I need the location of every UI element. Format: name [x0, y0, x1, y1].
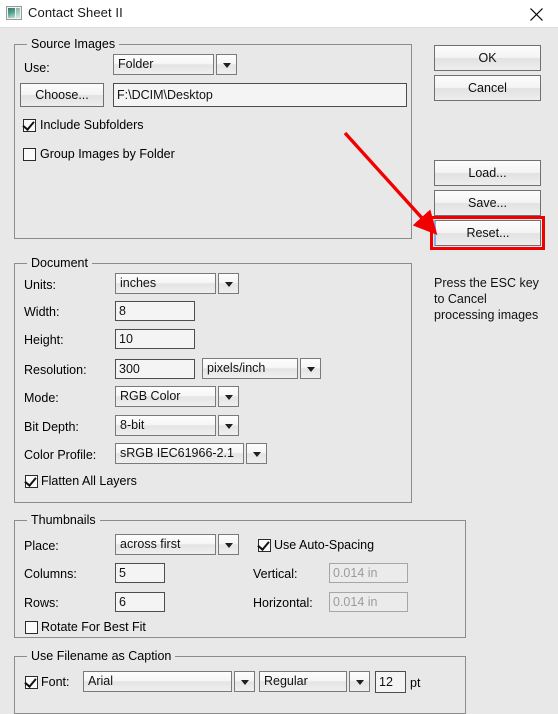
source-path-input[interactable]: F:\DCIM\Desktop	[113, 83, 407, 107]
bit-depth-label: Bit Depth:	[24, 420, 79, 434]
columns-input[interactable]: 5	[115, 563, 165, 583]
rows-input[interactable]: 6	[115, 592, 165, 612]
rows-label: Rows:	[24, 596, 59, 610]
thumbnails-group-title: Thumbnails	[27, 513, 100, 527]
group-images-by-folder-label[interactable]: Group Images by Folder	[40, 147, 175, 161]
font-size-input[interactable]: 12	[375, 671, 406, 693]
resolution-label: Resolution:	[24, 363, 87, 377]
chevron-down-icon[interactable]	[216, 54, 237, 75]
font-family-combobox-value: Arial	[83, 671, 232, 692]
font-size-units-label: pt	[410, 676, 421, 690]
cancel-button[interactable]: Cancel	[434, 75, 541, 101]
document-group-title: Document	[27, 256, 92, 270]
flatten-all-layers-checkbox[interactable]	[25, 475, 38, 488]
close-icon[interactable]	[514, 0, 558, 27]
color-profile-combobox[interactable]: sRGB IEC61966-2.1	[115, 443, 267, 464]
horizontal-label: Horizontal:	[253, 596, 313, 610]
units-combobox[interactable]: inches	[115, 273, 239, 294]
group-images-by-folder-checkbox[interactable]	[23, 148, 36, 161]
flatten-all-layers-label[interactable]: Flatten All Layers	[41, 474, 137, 488]
rotate-for-best-fit-checkbox[interactable]	[25, 621, 38, 634]
resolution-units-combobox[interactable]: pixels/inch	[202, 358, 321, 379]
font-label: Font:	[41, 675, 70, 689]
width-label: Width:	[24, 305, 60, 319]
save-button[interactable]: Save...	[434, 190, 541, 216]
chevron-down-icon[interactable]	[300, 358, 321, 379]
units-label: Units:	[24, 278, 56, 292]
mode-combobox[interactable]: RGB Color	[115, 386, 239, 407]
load-button[interactable]: Load...	[434, 160, 541, 186]
font-checkbox[interactable]	[25, 676, 38, 689]
vertical-label: Vertical:	[253, 567, 298, 581]
chevron-down-icon[interactable]	[246, 443, 267, 464]
units-combobox-value: inches	[115, 273, 216, 294]
bit-depth-combobox-value: 8-bit	[115, 415, 216, 436]
font-family-combobox[interactable]: Arial	[83, 671, 255, 692]
ok-button[interactable]: OK	[434, 45, 541, 71]
mode-label: Mode:	[24, 391, 59, 405]
use-auto-spacing-label[interactable]: Use Auto-Spacing	[274, 538, 374, 552]
rotate-for-best-fit-label[interactable]: Rotate For Best Fit	[41, 620, 146, 634]
chevron-down-icon[interactable]	[218, 273, 239, 294]
height-input[interactable]: 10	[115, 329, 195, 349]
place-label: Place:	[24, 539, 59, 553]
bit-depth-combobox[interactable]: 8-bit	[115, 415, 239, 436]
include-subfolders-checkbox[interactable]	[23, 119, 36, 132]
use-label: Use:	[24, 61, 50, 75]
columns-label: Columns:	[24, 567, 77, 581]
height-label: Height:	[24, 333, 64, 347]
vertical-spacing-input[interactable]: 0.014 in	[329, 563, 408, 583]
use-auto-spacing-checkbox[interactable]	[258, 539, 271, 552]
use-combobox-value: Folder	[113, 54, 214, 75]
reset-button[interactable]: Reset...	[434, 220, 541, 246]
esc-hint-text: Press the ESC key to Cancel processing i…	[434, 276, 539, 322]
resolution-input[interactable]: 300	[115, 359, 195, 379]
font-style-combobox[interactable]: Regular	[259, 671, 370, 692]
source-images-group-title: Source Images	[27, 37, 120, 51]
resolution-units-combobox-value: pixels/inch	[202, 358, 298, 379]
horizontal-spacing-input[interactable]: 0.014 in	[329, 592, 408, 612]
chevron-down-icon[interactable]	[234, 671, 255, 692]
color-profile-label: Color Profile:	[24, 448, 97, 462]
font-style-combobox-value: Regular	[259, 671, 347, 692]
include-subfolders-label[interactable]: Include Subfolders	[40, 118, 144, 132]
place-combobox-value: across first	[115, 534, 216, 555]
chevron-down-icon[interactable]	[349, 671, 370, 692]
use-combobox[interactable]: Folder	[113, 54, 237, 75]
title-bar: Contact Sheet II	[0, 0, 558, 28]
contact-sheet-icon	[6, 6, 22, 20]
choose-button[interactable]: Choose...	[20, 83, 104, 107]
caption-group-title: Use Filename as Caption	[27, 649, 176, 663]
chevron-down-icon[interactable]	[218, 415, 239, 436]
color-profile-combobox-value: sRGB IEC61966-2.1	[115, 443, 244, 464]
window-title: Contact Sheet II	[28, 5, 123, 20]
chevron-down-icon[interactable]	[218, 534, 239, 555]
document-group: Document	[14, 256, 412, 503]
place-combobox[interactable]: across first	[115, 534, 239, 555]
chevron-down-icon[interactable]	[218, 386, 239, 407]
width-input[interactable]: 8	[115, 301, 195, 321]
mode-combobox-value: RGB Color	[115, 386, 216, 407]
